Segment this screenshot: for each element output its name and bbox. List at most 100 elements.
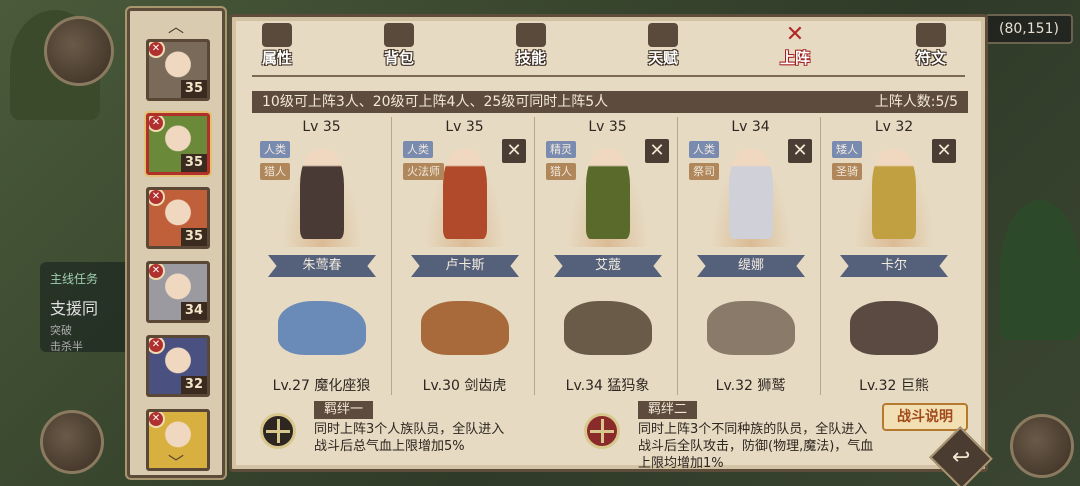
hero-card[interactable]: ✕ 35 xyxy=(146,187,210,249)
backpack-icon xyxy=(384,23,414,47)
tab-label: 上阵 xyxy=(779,49,810,67)
tab-label: 背包 xyxy=(383,49,414,67)
formation-badge-icon: ✕ xyxy=(149,190,165,206)
tab-2[interactable]: 技能 xyxy=(496,21,566,73)
class-tag: 火法师 xyxy=(403,163,444,180)
remove-hero-button[interactable]: ✕ xyxy=(932,139,956,163)
team-slot[interactable]: Lv 32 矮人圣骑 ✕ 卡尔 Lv.32 巨熊 xyxy=(824,117,964,395)
team-slot[interactable]: Lv 35 精灵猎人 ✕ 艾蔻 Lv.34 猛犸象 xyxy=(538,117,678,395)
hero-figure xyxy=(872,149,916,239)
team-slots: Lv 35 人类 猎人 朱莺春 Lv.27 魔化座狼 Lv 35 人类 火法师 ✕ 卢卡斯 Lv.3… xyxy=(252,117,968,395)
tab-4[interactable]: ✕ 上阵 xyxy=(760,21,830,73)
right-round-button[interactable] xyxy=(1010,414,1074,478)
bond-desc: 同时上阵3个人族队员，全队进入战斗后总气血上限增加5% xyxy=(314,422,505,454)
bond-desc: 同时上阵3个不同种族的队员，全队进入战斗后全队攻击，防御(物理,魔法)，气血上限… xyxy=(638,422,874,471)
bond-two: 羁绊二 同时上阵3个不同种族的队员，全队进入战斗后全队攻击，防御(物理,魔法)，… xyxy=(584,395,884,471)
hero-name: 卡尔 xyxy=(840,255,948,277)
hero-level: 35 xyxy=(180,228,207,246)
book-icon xyxy=(516,23,546,47)
pet-name: Lv.32 狮鹫 xyxy=(715,378,786,394)
remove-hero-button[interactable]: ✕ xyxy=(645,139,669,163)
pet-figure xyxy=(421,301,509,355)
formation-panel: 属性 背包 技能 天赋 ✕ 上阵 符文 10级可上阵3人、20级可上阵4人、25级可同时上阵… xyxy=(229,14,988,472)
hero-level: 34 xyxy=(180,302,207,320)
main-quest-panel[interactable]: 主线任务 支援同 突破 击杀半 xyxy=(40,262,140,353)
hero-level: Lv 32 xyxy=(874,119,914,135)
tab-3[interactable]: 天赋 xyxy=(628,21,698,73)
bond-emblem-icon xyxy=(584,413,620,449)
class-tag: 圣骑 xyxy=(832,163,862,180)
hero-figure xyxy=(729,149,773,239)
hero-roster: ︿ ✕ 35 ✕ 35 ✕ 35 ✕ 34 ✕ 32 ✕ ﹀ xyxy=(127,8,225,478)
pet-name: Lv.32 巨熊 xyxy=(859,378,929,394)
hero-level: 35 xyxy=(180,154,207,172)
team-slot[interactable]: Lv 34 人类 祭司 ✕ 缇娜 Lv.32 狮鹫 xyxy=(681,117,821,395)
team-count: 上阵人数:5/5 xyxy=(874,94,958,110)
tab-label: 符文 xyxy=(915,49,946,67)
fist-icon xyxy=(262,23,292,47)
tab-bar: 属性 背包 技能 天赋 ✕ 上阵 符文 xyxy=(232,17,985,77)
battle-info-button[interactable]: 战斗说明 xyxy=(882,403,968,431)
hero-name: 艾蔻 xyxy=(554,255,662,277)
bond-emblem-icon xyxy=(260,413,296,449)
tab-0[interactable]: 属性 xyxy=(242,21,312,73)
class-tag: 猎人 xyxy=(546,163,576,180)
hero-name: 缇娜 xyxy=(697,255,805,277)
hero-level: Lv 34 xyxy=(731,119,770,135)
formation-rule-bar: 10级可上阵3人、20级可上阵4人、25级可同时上阵5人 上阵人数:5/5 xyxy=(252,91,968,113)
left-round-button[interactable] xyxy=(40,410,104,474)
remove-hero-button[interactable]: ✕ xyxy=(502,139,526,163)
avatar-button[interactable] xyxy=(44,16,114,86)
hero-level: Lv 35 xyxy=(588,119,627,135)
hero-level: 32 xyxy=(180,376,207,394)
hero-figure xyxy=(443,149,487,239)
race-tag: 精灵 xyxy=(546,141,576,158)
scroll-down-icon[interactable]: ﹀ xyxy=(168,449,184,473)
hero-level: Lv 35 xyxy=(445,119,484,135)
tab-1[interactable]: 背包 xyxy=(364,21,434,73)
hero-card[interactable]: ✕ 34 xyxy=(146,261,210,323)
tab-label: 属性 xyxy=(261,49,292,67)
eye-icon xyxy=(648,23,678,47)
formation-badge-icon: ✕ xyxy=(149,116,165,132)
formation-badge-icon: ✕ xyxy=(149,42,165,58)
tab-label: 天赋 xyxy=(647,49,678,67)
hero-card[interactable]: ✕ 35 xyxy=(146,113,210,175)
hero-card[interactable]: ✕ 32 xyxy=(146,335,210,397)
formation-badge-icon: ✕ xyxy=(149,264,165,280)
team-slot[interactable]: Lv 35 人类猎人朱莺春 Lv.27 魔化座狼 xyxy=(252,117,392,395)
map-coordinates: (80,151) xyxy=(985,14,1073,44)
bond-one: 羁绊一 同时上阵3个人族队员，全队进入战斗后总气血上限增加5% xyxy=(260,395,560,467)
race-tag: 人类 xyxy=(260,141,290,158)
bond-title: 羁绊一 xyxy=(314,401,374,419)
pet-name: Lv.30 剑齿虎 xyxy=(422,378,507,394)
race-tag: 矮人 xyxy=(832,141,862,158)
tab-5[interactable]: 符文 xyxy=(896,21,966,73)
quest-title: 主线任务 xyxy=(50,272,99,286)
remove-hero-button[interactable]: ✕ xyxy=(788,139,812,163)
tab-divider xyxy=(252,75,965,77)
class-tag: 猎人 xyxy=(260,163,290,180)
back-arrow-icon: ↩ xyxy=(951,445,971,470)
class-tag: 祭司 xyxy=(689,163,719,180)
pet-figure xyxy=(278,301,366,355)
pet-name: Lv.34 猛犸象 xyxy=(565,378,650,394)
scroll-up-icon[interactable]: ︿ xyxy=(168,13,184,37)
bond-title: 羁绊二 xyxy=(638,401,698,419)
hero-card[interactable]: ✕ 35 xyxy=(146,39,210,101)
quest-desc: 突破 击杀半 xyxy=(50,324,83,353)
quest-name: 支援同 xyxy=(50,299,99,318)
hero-level: 35 xyxy=(180,80,207,98)
hero-name: 卢卡斯 xyxy=(411,255,519,277)
bg-tree xyxy=(1000,200,1080,340)
hero-level: Lv 35 xyxy=(302,119,341,135)
formation-badge-icon: ✕ xyxy=(149,412,165,428)
crossed-swords-icon: ✕ xyxy=(785,22,805,47)
rune-icon xyxy=(916,23,946,47)
pet-name: Lv.27 魔化座狼 xyxy=(272,378,371,394)
pet-figure xyxy=(707,301,795,355)
pet-figure xyxy=(850,301,938,355)
hero-figure xyxy=(586,149,630,239)
hero-name: 朱莺春 xyxy=(268,255,376,277)
team-slot[interactable]: Lv 35 人类 火法师 ✕ 卢卡斯 Lv.30 剑齿虎 xyxy=(395,117,535,395)
